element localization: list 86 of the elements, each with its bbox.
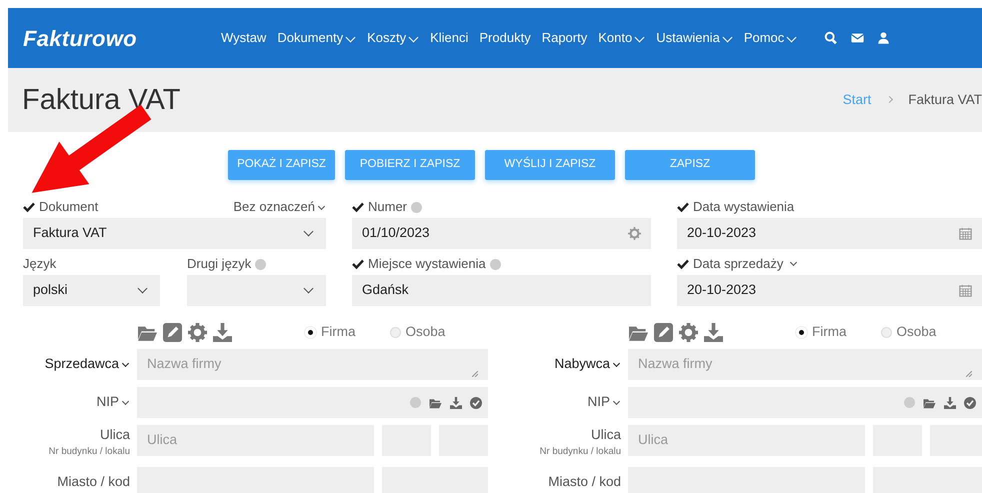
field-sublabel: Nr budynku / lokalu xyxy=(48,445,130,460)
nav-link[interactable]: Klienci xyxy=(430,28,468,48)
checkbox[interactable] xyxy=(677,201,689,213)
gear-icon[interactable] xyxy=(187,322,208,342)
checkbox[interactable] xyxy=(677,258,689,270)
placeholder-text: Ulica xyxy=(147,431,178,450)
mail-icon[interactable] xyxy=(850,31,866,45)
select-field[interactable] xyxy=(187,275,326,306)
checkbox[interactable] xyxy=(23,201,35,213)
check-circle-icon[interactable] xyxy=(470,396,482,408)
date-field[interactable]: 20-10-2023 xyxy=(677,275,982,306)
user-icon[interactable] xyxy=(877,31,890,45)
nav-link[interactable]: Konto xyxy=(598,28,646,48)
street-field[interactable]: Ulica xyxy=(137,425,374,456)
party-role-dropdown[interactable]: Sprzedawca xyxy=(44,354,130,375)
field-value: Faktura VAT xyxy=(33,224,107,242)
brand-logo[interactable]: Fakturowo xyxy=(23,22,137,54)
field-label: Drugi język xyxy=(187,255,252,274)
breadcrumb-current: Faktura VAT xyxy=(908,90,982,109)
field-label: Miasto / kod xyxy=(548,472,621,490)
nip-field[interactable] xyxy=(628,387,982,418)
name-field[interactable]: Nazwa firmy xyxy=(628,349,982,380)
download-icon[interactable] xyxy=(703,322,724,342)
name-field[interactable]: Nazwa firmy xyxy=(137,349,488,380)
gear-icon[interactable] xyxy=(678,322,699,342)
field-label: Data sprzedaży xyxy=(693,255,784,274)
download-icon[interactable] xyxy=(944,396,956,408)
nav-link[interactable]: Raporty xyxy=(542,28,588,48)
select-field[interactable]: Faktura VAT xyxy=(23,218,326,249)
resize-handle-icon[interactable] xyxy=(966,371,972,377)
field-label: Data wystawienia xyxy=(693,198,794,216)
marking-dropdown[interactable]: Bez oznaczeń xyxy=(233,197,326,217)
field-sublabel: Nr budynku / lokalu xyxy=(540,445,621,460)
action-button[interactable]: ZAPISZ xyxy=(625,150,755,180)
street-field[interactable]: Ulica xyxy=(628,425,865,456)
field-value: 20-10-2023 xyxy=(687,281,756,300)
field-value: Gdańsk xyxy=(362,281,409,300)
field-label: Miasto / kod xyxy=(57,472,130,490)
radio-option[interactable]: Osoba xyxy=(880,322,936,342)
field-label: Ulica xyxy=(590,426,621,444)
nip-dropdown[interactable]: NIP xyxy=(96,392,130,413)
checkbox[interactable] xyxy=(352,201,364,213)
calendar-icon[interactable] xyxy=(959,284,972,297)
field-label: Język xyxy=(23,255,56,274)
page-title: Faktura VAT xyxy=(22,82,180,118)
nav-link[interactable]: Koszty xyxy=(367,28,420,48)
action-button[interactable]: POBIERZ I ZAPISZ xyxy=(345,150,475,180)
nav-link[interactable]: Pomoc xyxy=(744,28,798,48)
field-label: Dokument xyxy=(39,198,98,216)
field-label: Numer xyxy=(368,198,408,216)
resize-handle-icon[interactable] xyxy=(472,371,478,377)
field-label: Ulica xyxy=(100,426,130,444)
field-label: Miejsce wystawienia xyxy=(368,255,486,274)
action-button[interactable]: POKAŻ I ZAPISZ xyxy=(228,150,335,180)
check-circle-icon[interactable] xyxy=(964,396,976,408)
calendar-icon[interactable] xyxy=(959,227,972,240)
placeholder-text: Nazwa firmy xyxy=(147,355,222,374)
radio-option[interactable]: Firma xyxy=(305,322,356,342)
placeholder-text: Ulica xyxy=(638,431,668,450)
input-field[interactable]: 01/10/2023 xyxy=(352,218,651,249)
edit-icon[interactable] xyxy=(653,322,674,342)
nip-field[interactable] xyxy=(137,387,488,418)
search-icon[interactable] xyxy=(824,31,838,45)
field-value: polski xyxy=(33,281,68,300)
nav-link[interactable]: Wystaw xyxy=(220,28,266,48)
nav-link[interactable]: Dokumenty xyxy=(277,28,356,48)
radio-option[interactable]: Firma xyxy=(796,322,846,342)
edit-icon[interactable] xyxy=(162,322,183,342)
date-field[interactable]: 20-10-2023 xyxy=(677,218,982,249)
input-field[interactable]: Gdańsk xyxy=(352,275,651,306)
field-value: 01/10/2023 xyxy=(362,224,430,242)
party-role-dropdown[interactable]: Nabywca xyxy=(554,354,621,375)
download-icon[interactable] xyxy=(450,396,462,408)
nav-link[interactable]: Produkty xyxy=(479,28,531,48)
nip-dropdown[interactable]: NIP xyxy=(587,392,621,413)
folder-icon[interactable] xyxy=(923,396,936,408)
placeholder-text: Nazwa firmy xyxy=(638,355,712,374)
select-field[interactable]: polski xyxy=(23,275,160,306)
action-button[interactable]: WYŚLIJ I ZAPISZ xyxy=(485,150,615,180)
download-icon[interactable] xyxy=(212,322,233,342)
radio-option[interactable]: Osoba xyxy=(390,322,446,342)
gear-icon[interactable] xyxy=(628,227,641,240)
nav-link[interactable]: Ustawienia xyxy=(656,28,733,48)
folder-icon[interactable] xyxy=(429,396,442,408)
checkbox[interactable] xyxy=(352,258,364,270)
field-value: 20-10-2023 xyxy=(687,224,756,242)
